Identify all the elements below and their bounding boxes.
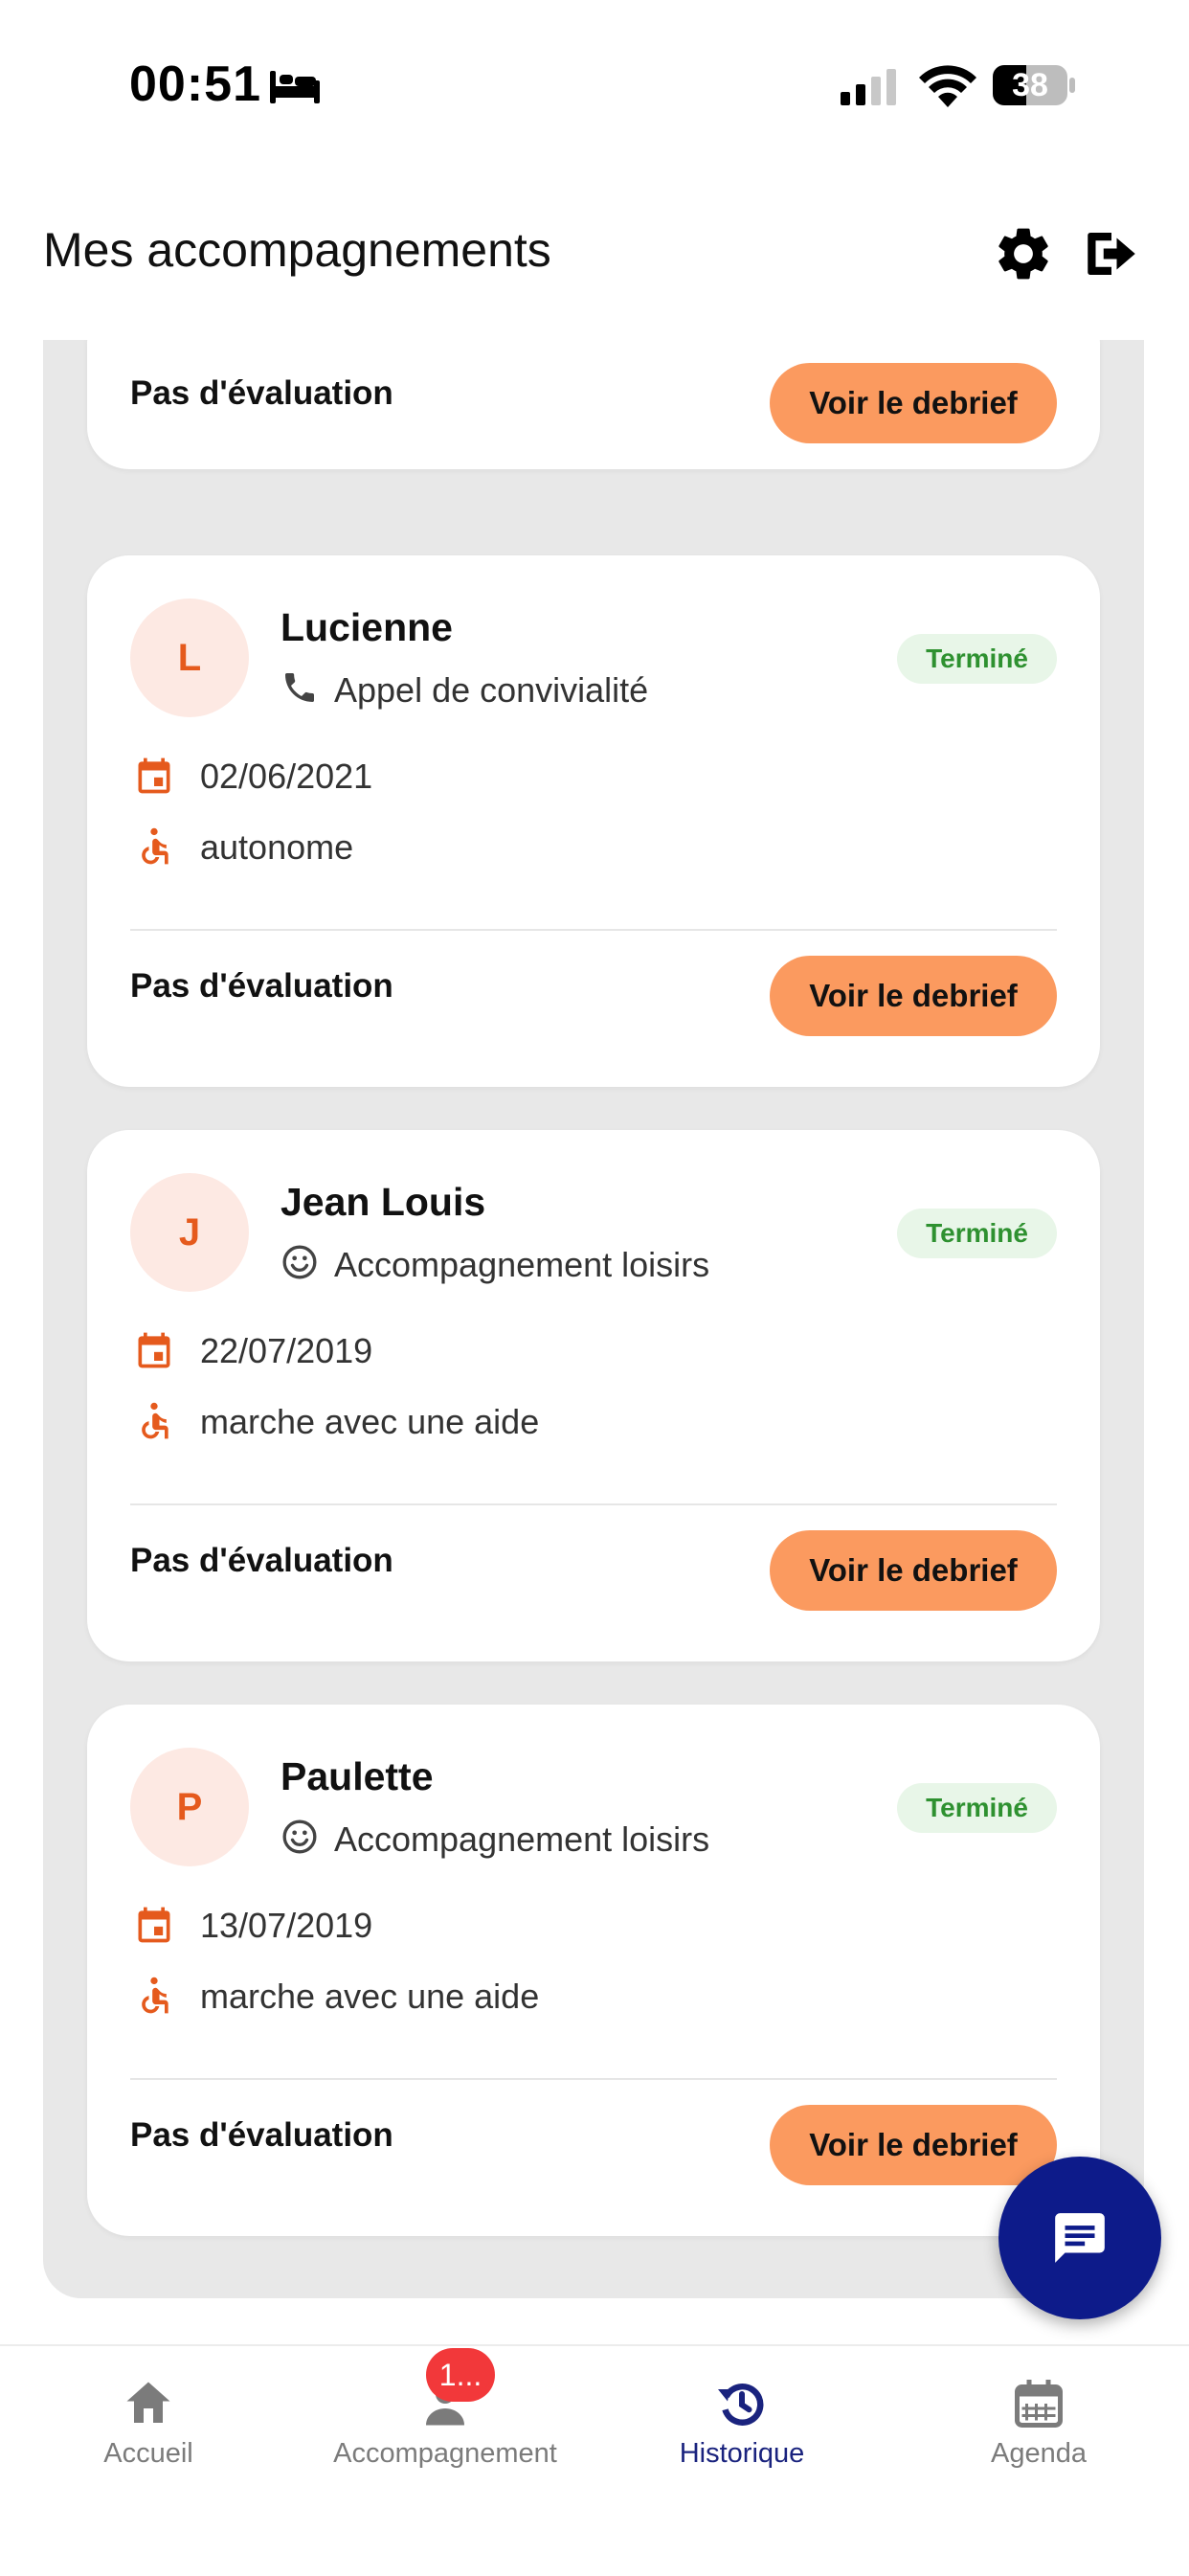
view-debrief-button[interactable]: Voir le debrief [770, 2105, 1057, 2185]
activity-type: Appel de convivialité [334, 670, 649, 710]
activity-type: Accompagnement loisirs [334, 1245, 710, 1284]
nav-item-agenda[interactable]: Agenda [890, 2346, 1187, 2538]
history-card[interactable]: J Jean Louis Accompagnement loisirs Term… [87, 1130, 1100, 1661]
history-card[interactable]: L Lucienne Appel de convivialité Terminé… [87, 555, 1100, 1087]
activity-type: Accompagnement loisirs [334, 1819, 710, 1859]
person-name: Lucienne [280, 605, 453, 649]
smiley-icon [282, 1819, 317, 1854]
calendar-icon [1015, 2380, 1063, 2428]
history-card: Pas d'évaluation Voir le debrief [87, 340, 1100, 469]
wheelchair-icon [142, 1977, 168, 2014]
status-badge: Terminé [897, 1209, 1057, 1258]
person-name: Jean Louis [280, 1180, 486, 1224]
avatar: L [130, 599, 249, 717]
mobility-level: autonome [200, 827, 354, 867]
calendar-icon [138, 1332, 170, 1368]
nav-label: Historique [679, 2438, 805, 2469]
mobility-level: marche avec une aide [200, 1977, 540, 2016]
evaluation-label: Pas d'évaluation [130, 374, 393, 412]
bottom-navigation: Accueil Accompagnement Historique Agenda [0, 2344, 1189, 2576]
card-divider [130, 929, 1057, 931]
calendar-icon [138, 1907, 170, 1943]
card-divider [130, 2078, 1057, 2080]
logout-icon[interactable] [1080, 222, 1143, 285]
avatar: P [130, 1748, 249, 1866]
card-divider [130, 1503, 1057, 1505]
view-debrief-button[interactable]: Voir le debrief [770, 1530, 1057, 1611]
nav-label: Accueil [103, 2438, 193, 2469]
history-list[interactable]: Pas d'évaluation Voir le debrief L Lucie… [43, 340, 1144, 2298]
history-card[interactable]: P Paulette Accompagnement loisirs Termin… [87, 1705, 1100, 2236]
wheelchair-icon [142, 1402, 168, 1439]
battery-indicator: 38 [992, 63, 1076, 107]
wheelchair-icon [142, 827, 168, 865]
nav-label: Accompagnement [333, 2438, 557, 2469]
nav-label: Agenda [991, 2438, 1087, 2469]
chat-icon [1055, 2213, 1105, 2263]
status-bar: 00:51 38 [0, 0, 1189, 163]
bed-icon [270, 71, 320, 103]
avatar: J [130, 1173, 249, 1292]
activity-date: 22/07/2019 [200, 1331, 373, 1370]
activity-date: 13/07/2019 [200, 1906, 373, 1945]
calendar-icon [138, 757, 170, 794]
evaluation-label: Pas d'évaluation [130, 1542, 393, 1579]
phone-icon [285, 673, 314, 702]
gear-icon[interactable] [992, 222, 1055, 285]
view-debrief-button[interactable]: Voir le debrief [770, 363, 1057, 443]
cell-signal-icon [841, 69, 896, 105]
status-badge: Terminé [897, 1783, 1057, 1833]
status-badge: Terminé [897, 634, 1057, 684]
evaluation-label: Pas d'évaluation [130, 967, 393, 1005]
mobility-level: marche avec une aide [200, 1402, 540, 1441]
home-icon [126, 2382, 170, 2423]
smiley-icon [282, 1245, 317, 1279]
activity-date: 02/06/2021 [200, 757, 373, 796]
view-debrief-button[interactable]: Voir le debrief [770, 956, 1057, 1036]
person-name: Paulette [280, 1754, 434, 1798]
battery-level: 38 [1012, 66, 1048, 103]
chat-fab-button[interactable] [998, 2157, 1161, 2319]
wifi-icon [919, 65, 976, 107]
notification-badge: 1... [426, 2348, 495, 2402]
status-time: 00:51 [129, 56, 261, 112]
page-title: Mes accompagnements [43, 223, 551, 277]
history-icon [718, 2383, 764, 2426]
evaluation-label: Pas d'évaluation [130, 2116, 393, 2154]
nav-item-historique[interactable]: Historique [594, 2346, 890, 2538]
nav-item-accueil[interactable]: Accueil [0, 2346, 297, 2538]
